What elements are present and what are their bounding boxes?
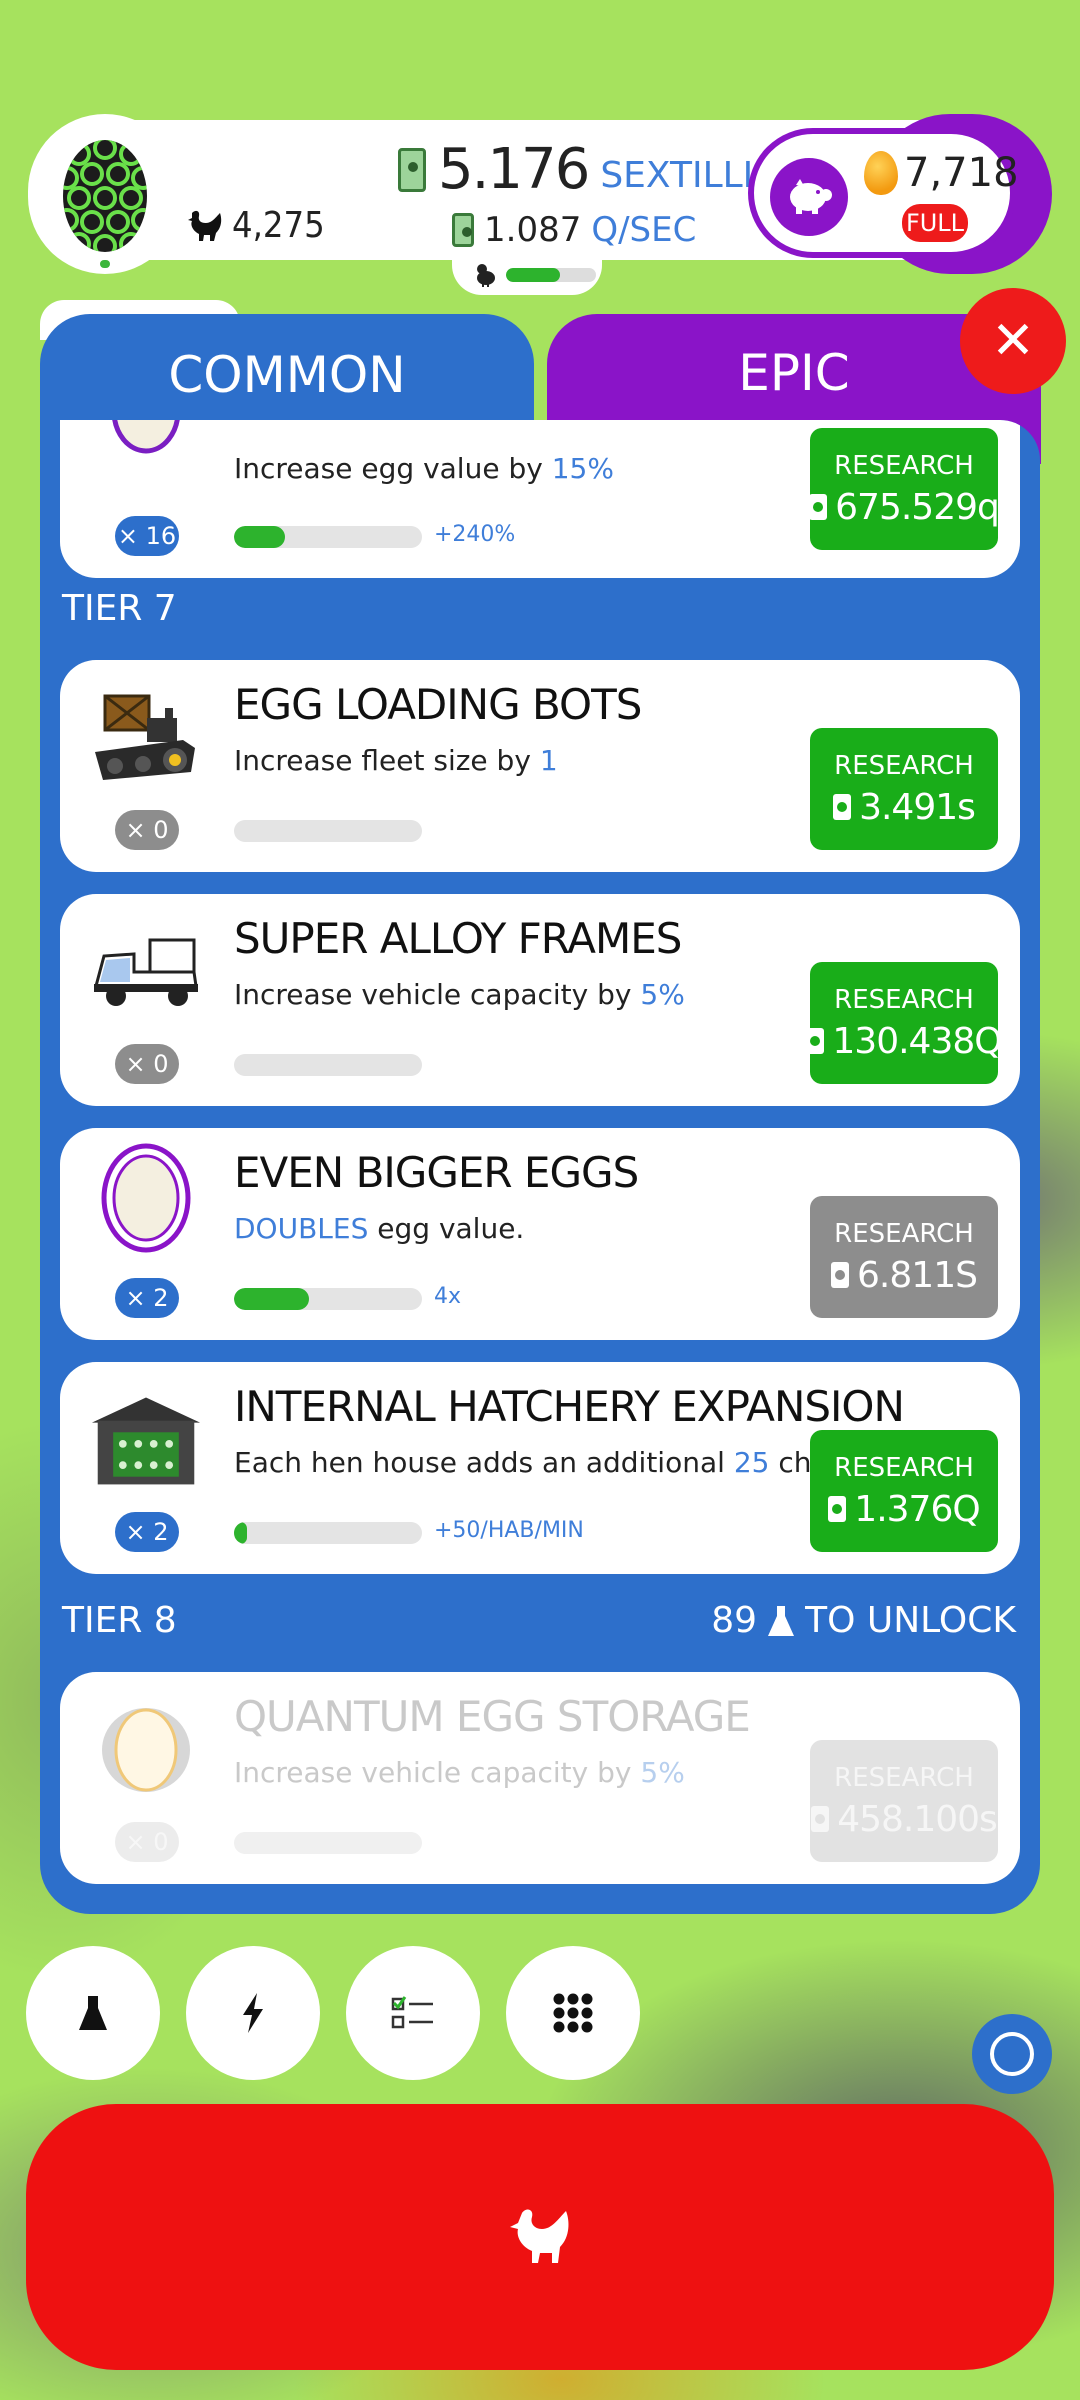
research-progress-bar xyxy=(234,1832,422,1854)
missions-button[interactable] xyxy=(346,1946,480,2080)
research-menu-button[interactable] xyxy=(26,1946,160,2080)
rate-unit: Q/SEC xyxy=(591,210,697,250)
research-card-egg-loading-bots: × 0 EGG LOADING BOTS Increase fleet size… xyxy=(60,660,1020,872)
research-description: Increase egg value by 15% xyxy=(234,452,614,485)
chick-icon xyxy=(477,264,495,287)
close-button[interactable]: ✕ xyxy=(960,288,1066,394)
cash-icon xyxy=(833,794,852,820)
cash-icon xyxy=(452,213,474,247)
golden-egg-count: 7,718 xyxy=(904,150,1019,196)
research-progress-bar xyxy=(234,820,422,842)
research-card-internal-hatchery-expansion: × 2 INTERNAL HATCHERY EXPANSION Each hen… xyxy=(60,1362,1020,1574)
research-progress-label: 4x xyxy=(434,1284,462,1309)
chicken-icon xyxy=(510,2209,569,2263)
research-description: Increase fleet size by 1 xyxy=(234,744,558,777)
egg-icon xyxy=(90,420,202,466)
research-panel[interactable]: × 16 Increase egg value by 15% +240% RES… xyxy=(40,420,1040,1914)
research-progress-bar xyxy=(234,526,422,548)
unlock-count: 89 xyxy=(711,1600,758,1641)
research-level: × 2 xyxy=(115,1278,179,1318)
hatchery-icon xyxy=(90,1390,202,1490)
research-level: × 16 xyxy=(115,516,179,556)
research-progress-bar xyxy=(234,1522,422,1544)
research-button[interactable]: RESEARCH 3.491s xyxy=(810,728,998,850)
progress-fill xyxy=(506,268,560,282)
quantum-storage-icon xyxy=(90,1700,202,1800)
research-progress-label: +240% xyxy=(434,522,516,547)
cash-icon xyxy=(831,1262,850,1288)
research-card-super-alloy-frames: × 0 SUPER ALLOY FRAMES Increase vehicle … xyxy=(60,894,1020,1106)
full-badge: FULL xyxy=(902,204,968,242)
research-card-even-bigger-eggs: × 2 EVEN BIGGER EGGS DOUBLES egg value. … xyxy=(60,1128,1020,1340)
piggy-bank-icon xyxy=(790,179,832,214)
money-amount: 5.176 xyxy=(438,137,590,202)
checklist-icon xyxy=(391,1996,433,2029)
boosts-button[interactable] xyxy=(186,1946,320,2080)
research-button[interactable]: RESEARCH 130.438Q xyxy=(806,962,1003,1084)
research-description: Increase vehicle capacity by 5% xyxy=(234,1756,685,1789)
research-level: × 0 xyxy=(115,810,179,850)
tier-7-label: TIER 7 xyxy=(62,588,177,629)
research-button[interactable]: RESEARCH 675.529q xyxy=(809,428,1000,550)
research-button[interactable]: RESEARCH 1.376Q xyxy=(810,1430,998,1552)
loading-bot-icon xyxy=(90,688,202,788)
piggy-bank-button[interactable] xyxy=(770,158,848,236)
cash-icon xyxy=(811,1806,830,1832)
progress-track xyxy=(506,268,596,282)
ring-icon xyxy=(990,2032,1034,2076)
menu-button[interactable] xyxy=(506,1946,640,2080)
golden-egg-counter: 7,718 xyxy=(864,150,1019,196)
lightning-icon xyxy=(243,1993,263,2033)
grid-icon xyxy=(553,1993,593,2033)
money-display: 5.176 SEXTILLION xyxy=(398,140,809,200)
tier-8-unlock-requirement: 89 TO UNLOCK xyxy=(711,1600,1016,1641)
tier-8-label: TIER 8 xyxy=(62,1600,177,1641)
camera-toggle-button[interactable] xyxy=(972,2014,1052,2094)
cash-icon xyxy=(398,148,426,192)
research-title: INTERNAL HATCHERY EXPANSION xyxy=(234,1382,905,1431)
research-description: DOUBLES egg value. xyxy=(234,1212,525,1245)
egg-status-dot xyxy=(100,260,110,268)
egg-icon xyxy=(90,1142,202,1254)
cash-icon xyxy=(809,494,828,520)
golden-egg-icon xyxy=(864,151,898,195)
chicken-count: 4,275 xyxy=(232,205,325,246)
research-card-quantum-egg-storage: × 0 QUANTUM EGG STORAGE Increase vehicle… xyxy=(60,1672,1020,1884)
research-level: × 0 xyxy=(115,1044,179,1084)
cash-icon xyxy=(806,1028,825,1054)
research-card-partial: × 16 Increase egg value by 15% +240% RES… xyxy=(60,420,1020,578)
research-title: EVEN BIGGER EGGS xyxy=(234,1148,639,1197)
unlock-text: TO UNLOCK xyxy=(805,1600,1016,1641)
flask-icon xyxy=(768,1605,795,1636)
research-progress-label: +50/HAB/MIN xyxy=(434,1518,584,1543)
research-level: × 2 xyxy=(115,1512,179,1552)
chicken-icon xyxy=(188,210,222,241)
research-button[interactable]: RESEARCH 6.811S xyxy=(810,1196,998,1318)
progress-fill xyxy=(234,1288,310,1310)
progress-fill xyxy=(234,1522,248,1544)
quantum-egg-icon xyxy=(63,140,147,252)
research-button-locked: RESEARCH 458.100s xyxy=(810,1740,998,1862)
chicken-counter: 4,275 xyxy=(186,205,325,246)
rate-amount: 1.087 xyxy=(484,210,582,250)
current-egg-button[interactable] xyxy=(28,114,182,274)
research-progress-bar xyxy=(234,1054,422,1076)
close-icon: ✕ xyxy=(991,311,1035,371)
research-title: QUANTUM EGG STORAGE xyxy=(234,1692,751,1741)
research-description: Increase vehicle capacity by 5% xyxy=(234,978,685,1011)
truck-frame-icon xyxy=(90,922,202,1022)
cash-icon xyxy=(828,1496,847,1522)
drone-progress xyxy=(452,255,602,295)
hatch-chicken-button[interactable] xyxy=(26,2104,1054,2370)
research-title: SUPER ALLOY FRAMES xyxy=(234,914,682,963)
progress-fill xyxy=(234,526,285,548)
research-title: EGG LOADING BOTS xyxy=(234,680,642,729)
income-rate: 1.087 Q/SEC xyxy=(452,210,696,250)
research-progress-bar xyxy=(234,1288,422,1310)
research-level: × 0 xyxy=(115,1822,179,1862)
flask-icon xyxy=(79,1996,107,2030)
